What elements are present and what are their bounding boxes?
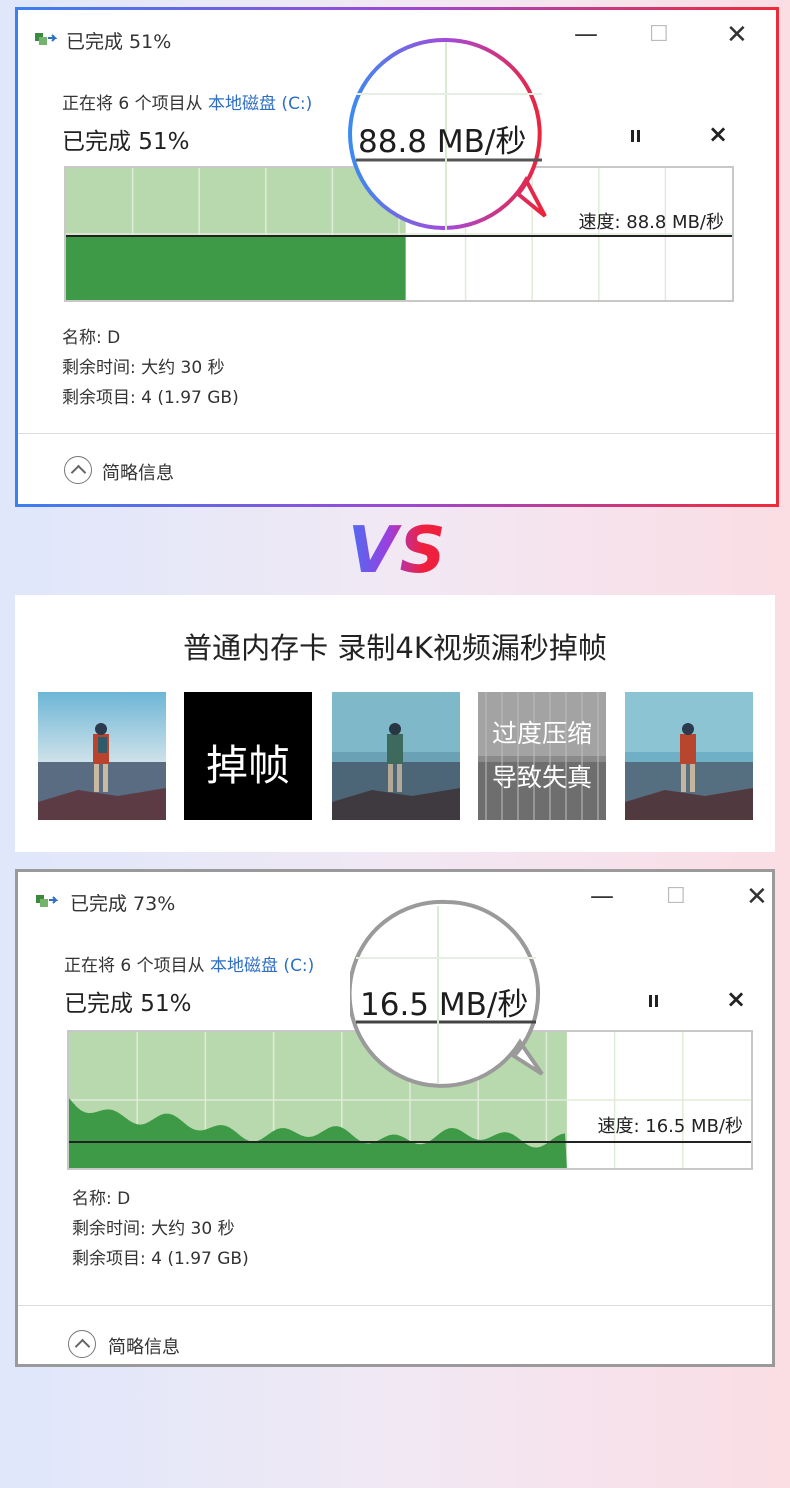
magnified-speed: 88.8 MB/秒: [358, 124, 527, 160]
file-name: 名称: D: [62, 328, 121, 348]
cancel-button[interactable]: ×: [708, 120, 728, 148]
file-name: 名称: D: [72, 1189, 131, 1209]
footer-divider: [18, 433, 776, 434]
speed-area: [66, 236, 406, 300]
copy-line-prefix: 正在将 6 个项目从: [62, 94, 209, 114]
maximize-button[interactable]: ☐: [649, 24, 669, 46]
copy-dialog-slow: 已完成 73% — ☐ ✕ 正在将 6 个项目从 本地磁盘 (C:) 已完成 5…: [15, 869, 775, 1367]
details-toggle[interactable]: 简略信息: [102, 459, 174, 485]
copy-dialog-fast: 已完成 51% — ☐ ✕ 正在将 6 个项目从 本地磁盘 (C:) 已完成 5…: [15, 7, 779, 507]
speed-label: 速度: 88.8 MB/秒: [578, 212, 724, 233]
magnified-speed: 16.5 MB/秒: [360, 987, 529, 1023]
pause-button[interactable]: [648, 993, 660, 1007]
minimize-button[interactable]: —: [590, 884, 614, 908]
close-button[interactable]: ✕: [746, 884, 768, 910]
frame-drop-label: 掉帧: [205, 741, 290, 790]
time-remaining: 剩余时间: 大约 30 秒: [62, 358, 225, 378]
window-title: 已完成 51%: [66, 31, 172, 53]
thumbnail-photo-3: [625, 692, 753, 820]
copy-status-line: 正在将 6 个项目从 本地磁盘 (C:): [64, 951, 314, 976]
compression-line-2: 导致失真: [491, 763, 592, 792]
source-link[interactable]: 本地磁盘 (C:): [210, 956, 314, 976]
cancel-button[interactable]: ×: [726, 985, 746, 1013]
thumbnail-compressed: 过度压缩 导致失真: [478, 692, 606, 820]
comparison-title: 普通内存卡 录制4K视频漏秒掉帧: [183, 631, 607, 665]
minimize-button[interactable]: —: [574, 22, 598, 46]
progress-label: 已完成 51%: [62, 129, 190, 155]
chevron-up-icon[interactable]: [64, 456, 92, 484]
thumbnail-frame-drop: 掉帧: [184, 692, 312, 820]
pause-button[interactable]: [630, 128, 642, 142]
photo-icon: [332, 692, 460, 820]
photo-icon: [625, 692, 753, 820]
thumbnail-photo-2: [332, 692, 460, 820]
compression-line-1: 过度压缩: [491, 719, 592, 748]
comparison-panel: 普通内存卡 录制4K视频漏秒掉帧 掉帧 过度压缩 导致失真: [15, 595, 775, 852]
time-remaining: 剩余时间: 大约 30 秒: [72, 1219, 235, 1239]
close-button[interactable]: ✕: [726, 22, 748, 48]
pause-icon: [631, 130, 640, 142]
footer-divider: [18, 1305, 772, 1306]
copy-status-line: 正在将 6 个项目从 本地磁盘 (C:): [62, 89, 312, 114]
items-remaining: 剩余项目: 4 (1.97 GB): [72, 1249, 249, 1269]
items-remaining: 剩余项目: 4 (1.97 GB): [62, 388, 239, 408]
photo-icon: [38, 692, 166, 820]
chevron-up-icon[interactable]: [68, 1330, 96, 1358]
pause-icon: [649, 995, 658, 1007]
copy-icon: [36, 895, 59, 907]
photo-icon: [478, 692, 606, 820]
copy-icon: [35, 33, 58, 45]
window-title: 已完成 73%: [70, 893, 176, 915]
progress-label: 已完成 51%: [64, 991, 192, 1017]
copy-line-prefix: 正在将 6 个项目从: [64, 956, 211, 976]
source-link[interactable]: 本地磁盘 (C:): [208, 94, 312, 114]
details-toggle[interactable]: 简略信息: [108, 1333, 180, 1359]
maximize-button[interactable]: ☐: [666, 886, 686, 908]
vs-label: VS: [348, 514, 448, 588]
speed-label: 速度: 16.5 MB/秒: [597, 1116, 743, 1137]
thumbnail-photo-1: [38, 692, 166, 820]
